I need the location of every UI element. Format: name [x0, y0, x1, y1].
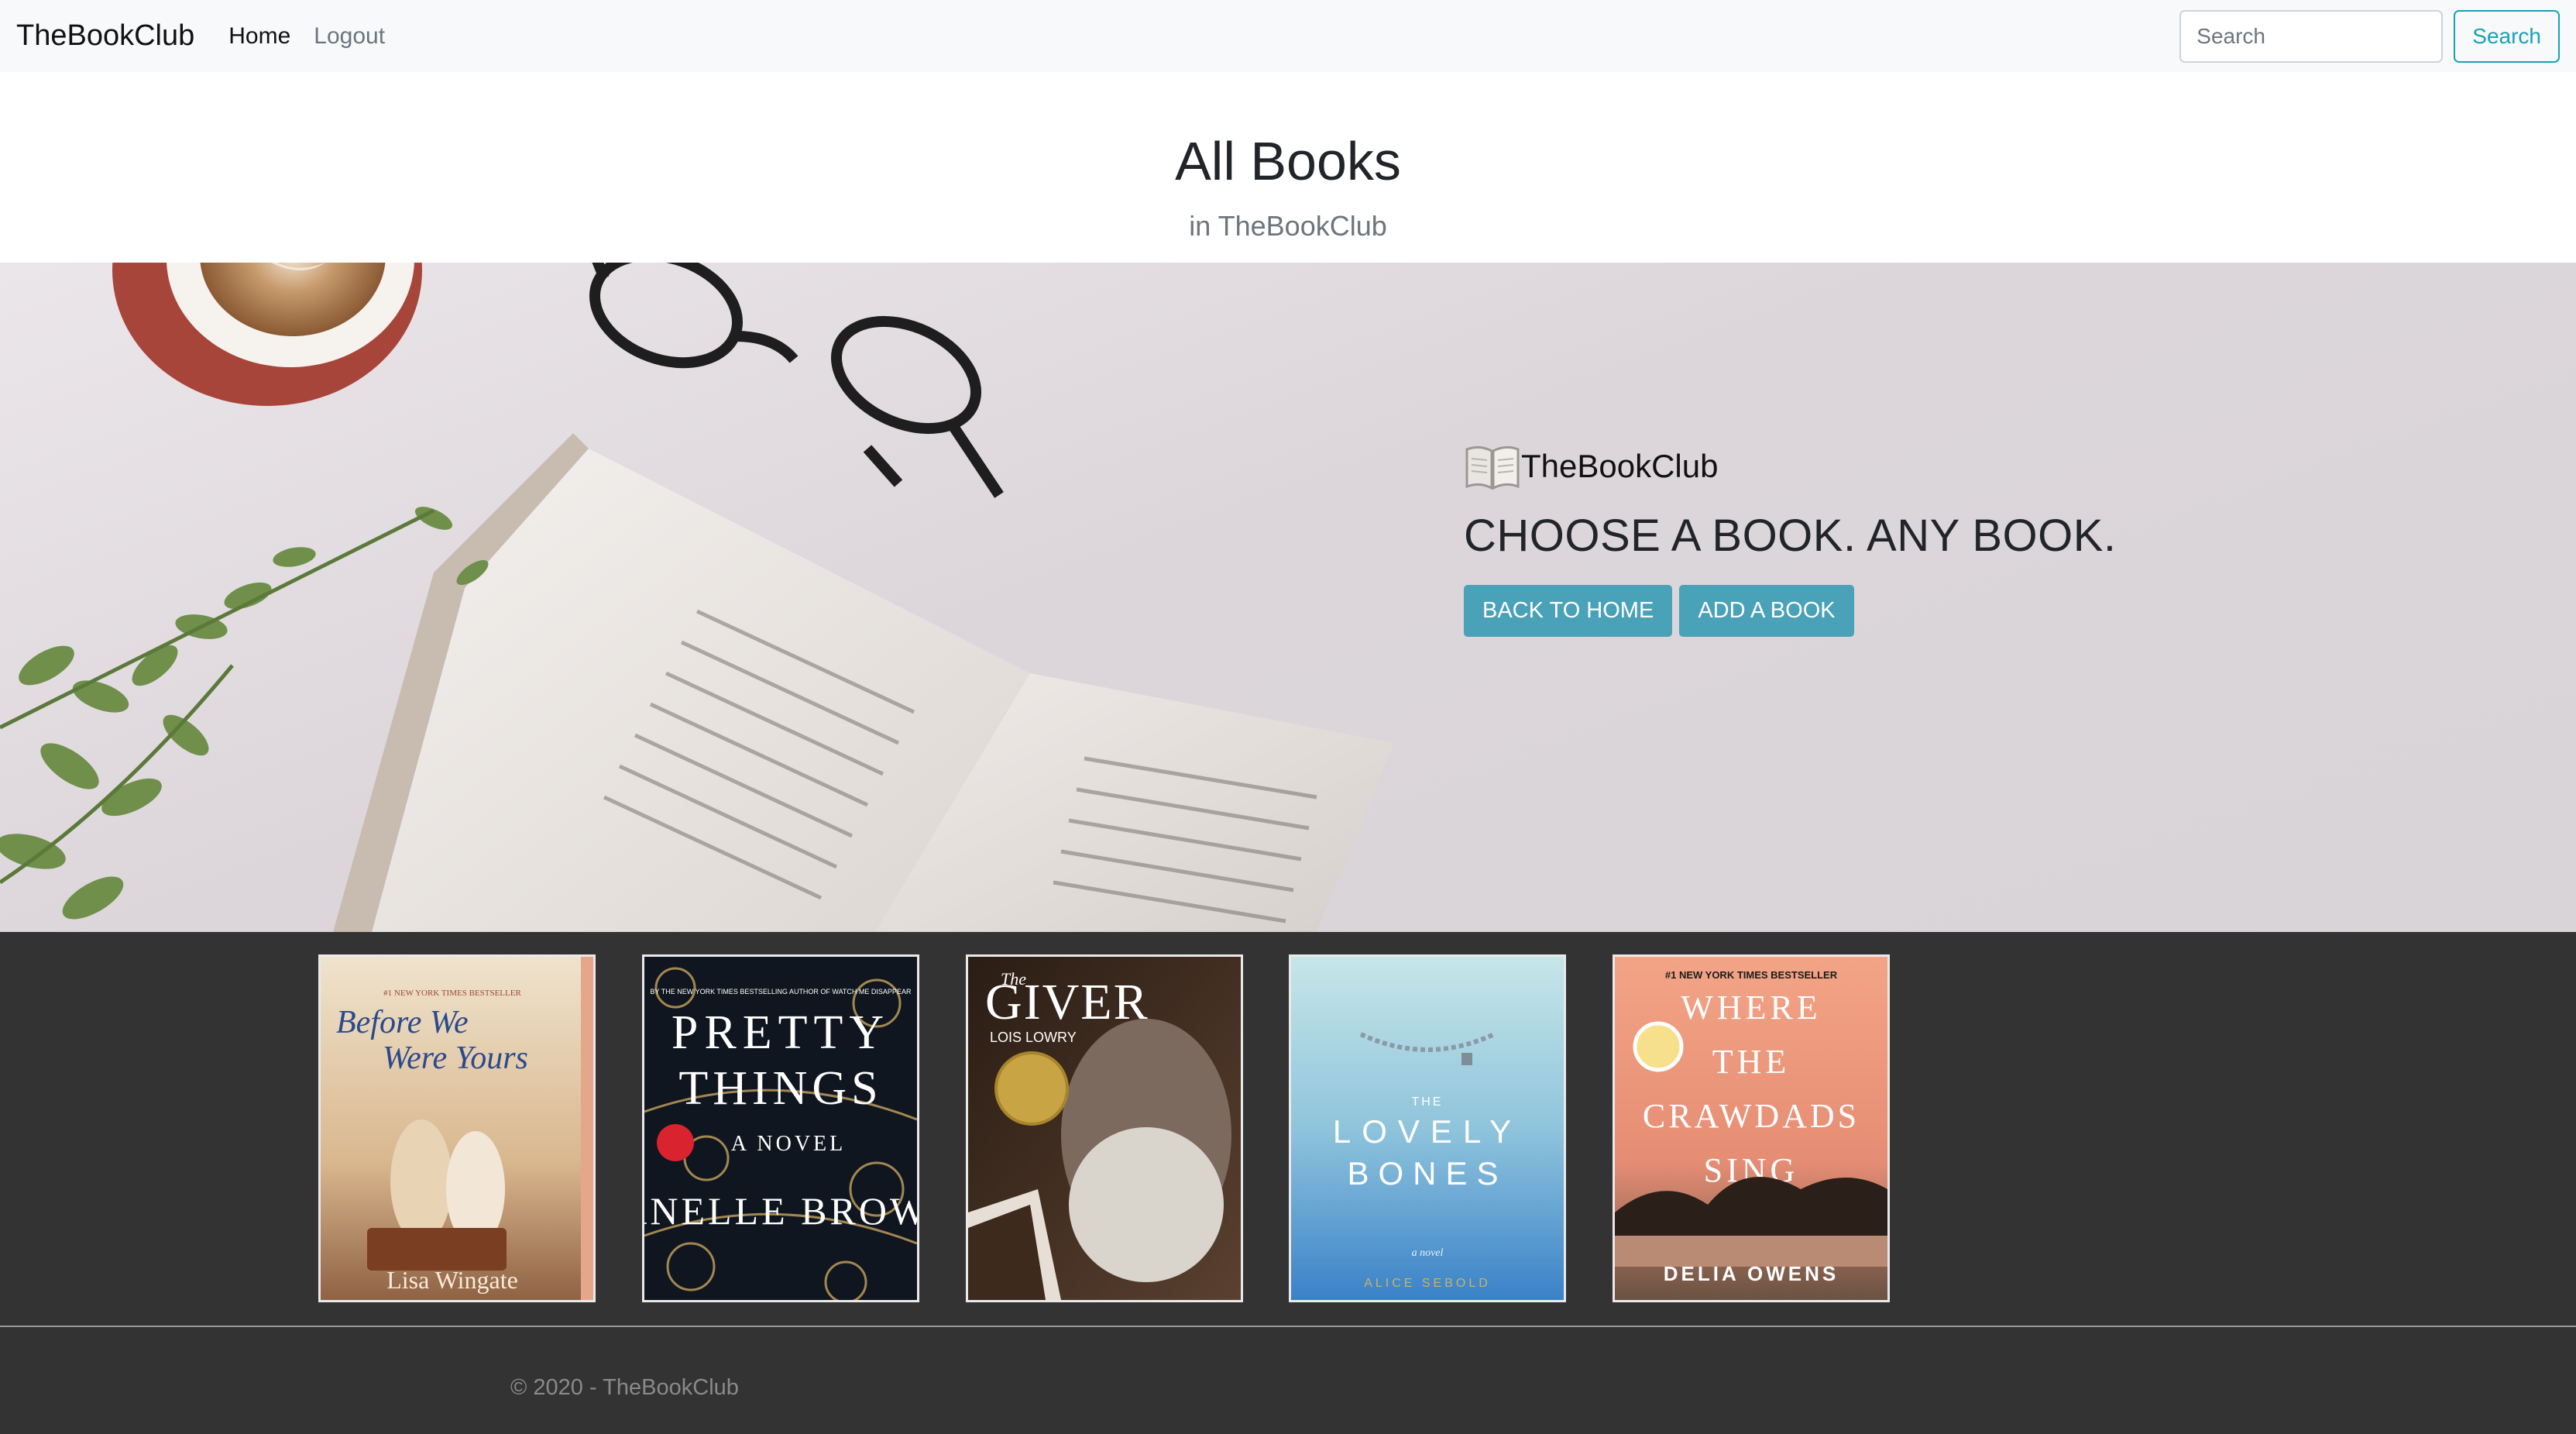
book-cover-the-lovely-bones: THE LOVELY BONES a novel ALICE SEBOLD	[1291, 957, 1564, 1300]
book-subtitle: a novel	[1412, 1247, 1444, 1259]
book-subtitle: A NOVEL	[731, 1132, 847, 1156]
book-title-line: GIVER	[985, 974, 1149, 1030]
book-author: JANELLE BROWN	[644, 1189, 917, 1233]
medal-icon	[994, 1051, 1069, 1126]
book-title-line: WHERE	[1681, 989, 1821, 1026]
book-cover-pretty-things: BY THE NEW YORK TIMES BESTSELLING AUTHOR…	[644, 957, 917, 1300]
hero-headline: CHOOSE A BOOK. ANY BOOK.	[1464, 511, 2117, 561]
books-gallery: #1 NEW YORK TIMES BESTSELLER Before We W…	[0, 932, 2576, 1326]
book-title-line: BONES	[1347, 1155, 1507, 1192]
book-tagline: #1 NEW YORK TIMES BESTSELLER	[383, 989, 521, 998]
footer-copyright: © 2020 - TheBookClub	[510, 1375, 739, 1400]
book-cover-the-giver: The GIVER LOIS LOWRY	[968, 957, 1241, 1300]
book-club-badge-icon	[1633, 1021, 1684, 1072]
book-title-line: CRAWDADS	[1643, 1097, 1860, 1135]
page-header: All Books in TheBookClub	[0, 72, 2576, 263]
book-author: Lisa Wingate	[386, 1266, 518, 1294]
search-button[interactable]: Search	[2454, 9, 2560, 63]
book-title-line: Were Yours	[383, 1040, 528, 1076]
book-author: ALICE SEBOLD	[1364, 1277, 1491, 1290]
book-title-line: THINGS	[678, 1062, 882, 1115]
footer: © 2020 - TheBookClub	[0, 1327, 2576, 1434]
book-tagline: BY THE NEW YORK TIMES BESTSELLING AUTHOR…	[651, 988, 912, 996]
book-title-line: PRETTY	[671, 1006, 890, 1059]
search-input[interactable]	[2179, 9, 2444, 63]
book-author: DELIA OWENS	[1664, 1262, 1839, 1285]
open-book-icon	[1465, 445, 1520, 490]
book-card[interactable]: #1 NEW YORK TIMES BESTSELLER Before We W…	[318, 954, 596, 1302]
book-card[interactable]: BY THE NEW YORK TIMES BESTSELLING AUTHOR…	[642, 954, 919, 1302]
book-tagline: #1 NEW YORK TIMES BESTSELLER	[1665, 969, 1838, 981]
book-cover-before-we-were-yours: #1 NEW YORK TIMES BESTSELLER Before We W…	[321, 957, 593, 1300]
badge-icon	[657, 1124, 694, 1161]
book-title-line: Before We	[336, 1005, 469, 1040]
nav-link-logout[interactable]: Logout	[314, 23, 385, 50]
add-book-button[interactable]: ADD A BOOK	[1679, 585, 1854, 637]
glasses-icon	[589, 263, 1004, 498]
hero-actions: BACK TO HOME ADD A BOOK	[1464, 585, 1861, 637]
navbar: TheBookClub Home Logout Search	[0, 0, 2576, 72]
book-card[interactable]: THE LOVELY BONES a novel ALICE SEBOLD	[1289, 954, 1566, 1302]
book-title-line: THE	[1712, 1043, 1791, 1081]
book-card[interactable]: #1 NEW YORK TIMES BESTSELLER WHERE THE C…	[1613, 954, 1890, 1302]
page-title: All Books	[1175, 131, 1401, 191]
book-cover-where-the-crawdads-sing: #1 NEW YORK TIMES BESTSELLER WHERE THE C…	[1615, 957, 1887, 1300]
book-author: LOIS LOWRY	[990, 1030, 1077, 1045]
hero-background-photo	[0, 263, 1394, 932]
navbar-brand[interactable]: TheBookClub	[16, 19, 194, 53]
open-book-photo	[333, 433, 1394, 932]
book-card[interactable]: The GIVER LOIS LOWRY	[966, 954, 1243, 1302]
hero-brand: TheBookClub	[1464, 443, 1718, 490]
nav-link-home[interactable]: Home	[228, 23, 290, 50]
page-subtitle: in TheBookClub	[1189, 210, 1387, 242]
book-title-prefix: THE	[1412, 1095, 1444, 1109]
search-form: Search	[2179, 9, 2560, 63]
hero-brand-label: TheBookClub	[1521, 448, 1719, 484]
hero-banner: TheBookClub CHOOSE A BOOK. ANY BOOK. BAC…	[0, 263, 2576, 932]
book-title-line: LOVELY	[1333, 1113, 1522, 1150]
back-to-home-button[interactable]: BACK TO HOME	[1464, 585, 1673, 637]
